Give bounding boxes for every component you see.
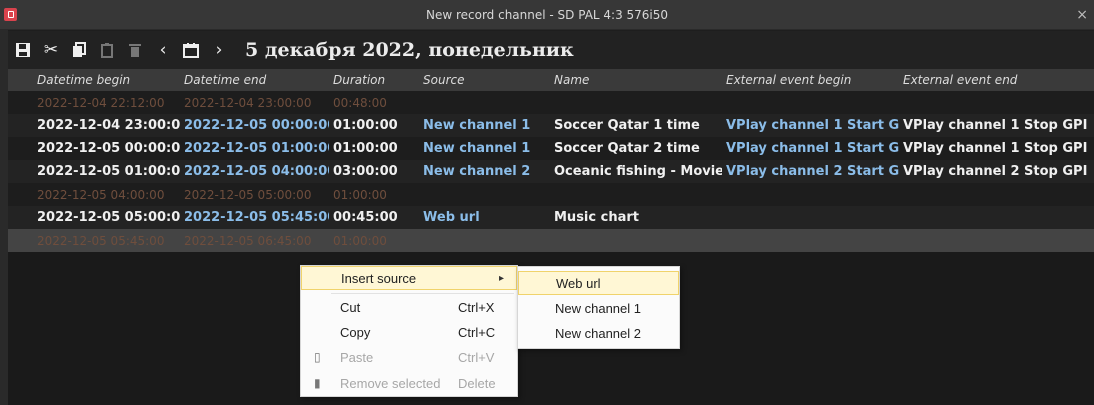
column-header[interactable]: Datetime end [180,73,329,87]
copy-icon[interactable] [70,41,88,59]
cell-end[interactable]: 2022-12-05 06:45:00 [180,234,329,248]
cell-source[interactable]: Web url [419,210,550,225]
cell-name[interactable]: Soccer Qatar 2 time [550,141,722,156]
trash-icon: ▮ [314,376,321,390]
column-header[interactable]: Duration [329,73,419,87]
table-header: Datetime begin Datetime end Duration Sou… [8,69,1094,91]
table-row[interactable]: 2022-12-04 22:12:00 2022-12-04 23:00:00 … [8,91,1094,114]
cell-duration[interactable]: 01:00:00 [329,188,419,202]
remove-selected-menu-item[interactable]: ▮ Remove selected Delete [301,371,517,395]
cell-duration[interactable]: 03:00:00 [329,164,419,179]
table-row[interactable]: 2022-12-05 05:00:00 2022-12-05 05:45:00 … [8,206,1094,229]
cell-name[interactable]: Oceanic fishing - Movie [550,164,722,179]
menu-separator [331,293,514,294]
cell-ext-end[interactable]: VPlay channel 1 Stop GPI [899,141,1094,156]
column-header[interactable]: External event end [899,73,1094,87]
cell-ext-begin[interactable]: VPlay channel 2 Start GPI [722,164,899,179]
cell-source[interactable]: New channel 1 [419,118,550,133]
cell-begin[interactable]: 2022-12-05 00:00:00 [33,141,180,156]
cell-source[interactable]: New channel 1 [419,141,550,156]
cut-icon[interactable]: ✂ [42,40,60,60]
cell-begin[interactable]: 2022-12-04 22:12:00 [33,96,180,110]
table-row[interactable]: 2022-12-05 01:00:00 2022-12-05 04:00:00 … [8,160,1094,183]
menu-label: Remove selected [340,375,441,391]
source-new-channel-1[interactable]: New channel 1 [518,296,679,320]
column-header[interactable]: Datetime begin [33,73,180,87]
next-icon[interactable]: › [210,40,228,60]
cell-begin[interactable]: 2022-12-04 23:00:00 [33,118,180,133]
insert-source-menu-item[interactable]: Insert source ▸ [301,266,517,290]
cell-source[interactable]: New channel 2 [419,164,550,179]
cut-menu-item[interactable]: Cut Ctrl+X [301,295,517,319]
cell-name[interactable]: Music chart [550,210,722,225]
column-header[interactable]: External event begin [722,73,899,87]
cell-begin[interactable]: 2022-12-05 05:00:00 [33,210,180,225]
copy-menu-item[interactable]: Copy Ctrl+C [301,320,517,344]
toolbar: ✂ ‹ › 5 декабря 2022, понедельник [8,31,1094,69]
source-web-url[interactable]: Web url [518,271,679,295]
cell-end[interactable]: 2022-12-05 05:45:00 [180,210,329,225]
cell-end[interactable]: 2022-12-05 05:00:00 [180,188,329,202]
paste-menu-item[interactable]: ▯ Paste Ctrl+V [301,345,517,369]
table-row[interactable]: 2022-12-05 00:00:00 2022-12-05 01:00:00 … [8,137,1094,160]
cell-name[interactable]: Soccer Qatar 1 time [550,118,722,133]
menu-label: Insert source [341,270,417,286]
cell-begin[interactable]: 2022-12-05 05:45:00 [33,234,180,248]
cell-duration[interactable]: 00:45:00 [329,210,419,225]
paste-icon[interactable] [98,41,116,59]
record-channel-window: New record channel - SD PAL 4:3 576i50 ×… [0,0,1094,405]
close-icon[interactable]: × [1076,7,1088,23]
column-header[interactable]: Source [419,73,550,87]
menu-shortcut: Ctrl+C [458,324,496,340]
menu-shortcut: Ctrl+X [458,299,495,315]
cell-duration[interactable]: 01:00:00 [329,118,419,133]
column-header[interactable]: Name [550,73,722,87]
cell-ext-begin[interactable]: VPlay channel 1 Start GPI [722,141,899,156]
schedule-table: Datetime begin Datetime end Duration Sou… [8,69,1094,405]
cell-duration[interactable]: 00:48:00 [329,96,419,110]
cell-end[interactable]: 2022-12-05 04:00:00 [180,164,329,179]
cell-end[interactable]: 2022-12-04 23:00:00 [180,96,329,110]
submenu-arrow-icon: ▸ [498,272,504,284]
date-title: 5 декабря 2022, понедельник [245,39,574,61]
menu-label: Copy [340,324,371,340]
menu-label: Cut [340,299,361,315]
cell-ext-begin[interactable]: VPlay channel 1 Start GPI [722,118,899,133]
title-bar[interactable]: New record channel - SD PAL 4:3 576i50 × [0,0,1094,30]
menu-label: Paste [340,349,374,365]
window-title: New record channel - SD PAL 4:3 576i50 [425,8,669,22]
source-new-channel-2[interactable]: New channel 2 [518,321,679,345]
calendar-icon[interactable] [182,41,200,59]
table-row-selected[interactable]: 2022-12-05 05:45:00 2022-12-05 06:45:00 … [8,229,1094,252]
paste-icon: ▯ [314,350,321,364]
table-row[interactable]: 2022-12-04 23:00:00 2022-12-05 00:00:00 … [8,114,1094,137]
cell-ext-end[interactable]: VPlay channel 2 Stop GPI [899,164,1094,179]
cell-duration[interactable]: 01:00:00 [329,234,419,248]
delete-icon[interactable] [126,41,144,59]
table-row[interactable]: 2022-12-05 04:00:00 2022-12-05 05:00:00 … [8,183,1094,206]
menu-shortcut: Ctrl+V [458,349,495,365]
insert-source-submenu: Web url New channel 1 New channel 2 [517,266,680,349]
prev-icon[interactable]: ‹ [154,40,172,60]
cell-ext-end[interactable]: VPlay channel 1 Stop GPI [899,118,1094,133]
cell-duration[interactable]: 01:00:00 [329,141,419,156]
cell-end[interactable]: 2022-12-05 01:00:00 [180,141,329,156]
cell-begin[interactable]: 2022-12-05 01:00:00 [33,164,180,179]
context-menu: Insert source ▸ Cut Ctrl+X Copy Ctrl+C ▯… [300,265,518,397]
menu-shortcut: Delete [458,375,496,391]
save-icon[interactable] [14,41,32,59]
cell-end[interactable]: 2022-12-05 00:00:00 [180,118,329,133]
cell-begin[interactable]: 2022-12-05 04:00:00 [33,188,180,202]
